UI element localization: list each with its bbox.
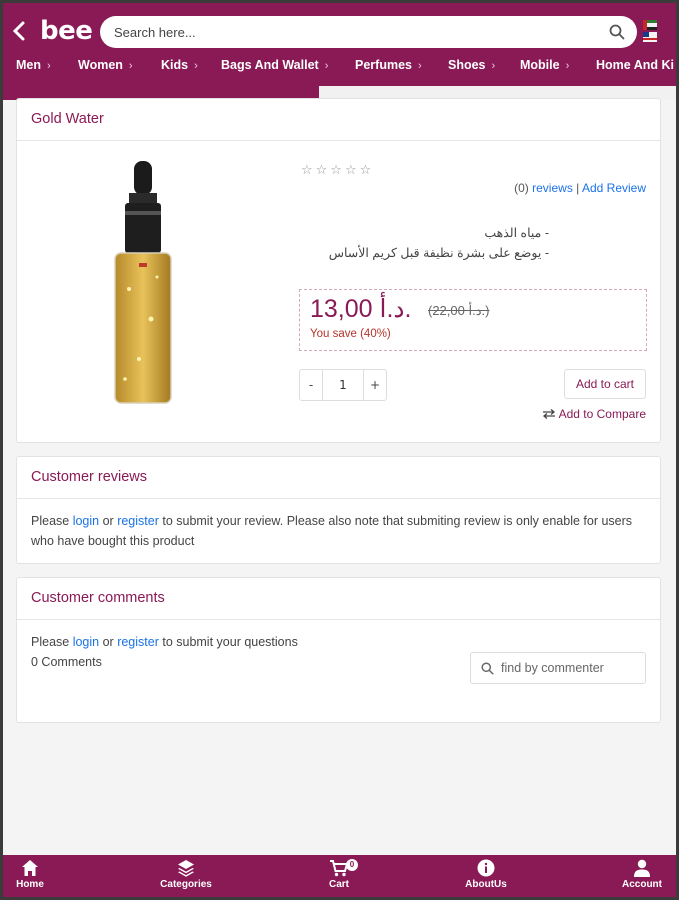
description-line: - يوضع على بشرة نظيفة قبل كريم الأساس [328,246,549,260]
search-icon[interactable] [609,24,625,40]
chevron-right-icon: › [417,60,422,72]
nav-label: Bags And Wallet [221,58,319,72]
header-top-row: bee [0,12,679,52]
login-link[interactable]: login [73,514,99,528]
category-nav: Men › Women › Kids › Bags And Wallet › Perfu… [0,58,679,80]
compare-arrows-icon [542,409,555,419]
chevron-right-icon: › [491,60,496,72]
register-link[interactable]: register [117,514,159,528]
tab-label: Home [16,879,44,890]
nav-label: Perfumes [355,58,412,72]
search-input[interactable] [114,16,594,48]
tab-cart[interactable]: 0 Cart [294,859,384,890]
language-flag-icon[interactable] [643,20,657,42]
chevron-right-icon: › [324,60,329,72]
price-box: 13,00 د.أ. (22,00 د.أ.) You save (40%) [299,289,647,351]
nav-label: Home And Ki [596,58,675,72]
reviews-title: Customer reviews [17,457,660,499]
nav-label: Kids [161,58,189,72]
tab-categories[interactable]: Categories [141,859,231,890]
chevron-right-icon: › [128,60,133,72]
compare-label: Add to Compare [558,407,646,421]
reviews-link[interactable]: reviews [532,181,573,195]
nav-item-women[interactable]: Women › [78,58,133,72]
quantity-stepper: - 1 + [299,369,387,401]
info-icon [477,859,495,877]
tab-aboutus[interactable]: AboutUs [441,859,531,890]
product-description: - مياه الذهب - يوضع على بشرة نظيفة قبل ك… [299,223,549,263]
search-bar[interactable] [100,16,637,48]
product-card: Gold Water ☆☆☆☆☆ (0) reviews | Add Revie… [16,98,661,443]
notice-text: or [99,514,118,528]
find-commenter-box[interactable] [470,652,646,684]
nav-label: Men [16,58,41,72]
app-header: bee Men › Women › Kids › Bags And Wallet › P… [0,0,679,100]
customer-reviews-card: Customer reviews Please login or registe… [16,456,661,564]
nav-item-kids[interactable]: Kids › [161,58,198,72]
register-link[interactable]: register [117,635,159,649]
add-to-cart-button[interactable]: Add to cart [564,369,646,399]
nav-item-bags-and-wallet[interactable]: Bags And Wallet › [221,58,328,72]
chevron-right-icon: › [47,60,51,72]
rating-stars: ☆☆☆☆☆ [301,163,375,178]
add-to-compare-link[interactable]: Add to Compare [542,407,646,421]
search-icon [481,662,494,675]
increase-quantity-button[interactable]: + [364,370,386,400]
separator: | [576,181,580,195]
notice-text: Please [31,635,73,649]
nav-label: Shoes [448,58,486,72]
back-button[interactable] [12,20,34,44]
old-price: (22,00 د.أ.) [428,303,490,318]
tab-label: AboutUs [465,879,507,890]
nav-label: Mobile [520,58,560,72]
quantity-input[interactable]: 1 [322,370,364,400]
home-icon [22,860,38,876]
current-price: 13,00 د.أ. [310,295,412,323]
tab-label: Categories [160,879,212,890]
notice-text: to submit your questions [158,635,298,649]
tab-account[interactable]: Account [597,859,679,890]
notice-text: or [99,635,118,649]
nav-item-shoes[interactable]: Shoes › [448,58,495,72]
cart-badge: 0 [346,859,358,871]
app-logo[interactable]: bee [40,16,93,46]
comments-notice: Please login or register to submit your … [31,632,451,652]
chevron-left-icon [12,21,25,41]
product-image[interactable] [109,159,177,409]
description-line: - مياه الذهب [484,226,549,240]
notice-text: Please [31,514,73,528]
tab-label: Account [622,879,662,890]
nav-item-mobile[interactable]: Mobile › [520,58,569,72]
nav-label: Women [78,58,123,72]
chevron-right-icon: › [565,60,570,72]
review-count: (0) [514,181,529,195]
reviews-line: (0) reviews | Add Review [514,181,646,195]
product-title: Gold Water [17,99,660,141]
login-link[interactable]: login [73,635,99,649]
comments-title: Customer comments [17,578,660,620]
tab-home[interactable]: Home [0,859,75,890]
nav-item-men[interactable]: Men › [16,58,51,72]
nav-item-home-and-kitchen[interactable]: Home And Ki [596,58,674,72]
reviews-notice: Please login or register to submit your … [31,511,651,551]
find-commenter-input[interactable] [501,653,641,683]
add-review-link[interactable]: Add Review [582,181,646,195]
comments-count: 0 Comments [31,655,102,669]
nav-item-perfumes[interactable]: Perfumes › [355,58,422,72]
layers-icon [178,860,194,877]
user-icon [634,859,650,877]
decrease-quantity-button[interactable]: - [300,370,322,400]
chevron-right-icon: › [194,60,198,72]
tab-label: Cart [328,879,349,890]
customer-comments-card: Customer comments Please login or regist… [16,577,661,723]
bottom-nav: Home Categories 0 Cart AboutUs Account [0,855,679,900]
savings-text: You save (40%) [310,328,391,340]
